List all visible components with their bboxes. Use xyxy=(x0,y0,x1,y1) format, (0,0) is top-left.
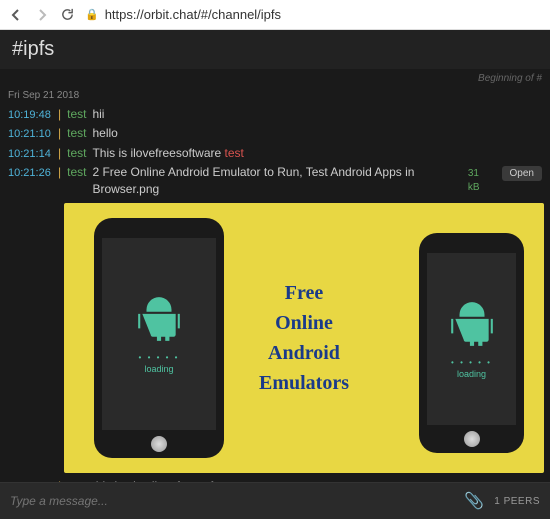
android-icon xyxy=(134,293,184,343)
message-text: hello xyxy=(92,125,117,142)
home-button-icon xyxy=(464,431,480,447)
timestamp: 10:19:48 xyxy=(8,108,52,123)
message-row: 10:19:48 | test hii xyxy=(8,105,542,124)
username: test xyxy=(67,125,86,142)
phone-mockup: • • • • • loading xyxy=(94,218,224,458)
message-list: 10:19:48| test hii 10:21:10| test hello … xyxy=(0,105,550,518)
forward-icon[interactable] xyxy=(34,7,50,23)
message-row: 10:21:26 | test 2 Free Online Android Emu… xyxy=(8,163,542,199)
beginning-marker: Beginning of # xyxy=(0,69,550,88)
timestamp: 10:21:14 xyxy=(8,147,52,162)
username: test xyxy=(67,145,86,162)
image-attachment[interactable]: • • • • • loading FreeOnlineAndroidEmula… xyxy=(64,203,544,473)
peers-count: 1 PEERS xyxy=(494,496,540,507)
timestamp: 10:21:10 xyxy=(8,127,52,142)
attach-icon[interactable]: 📎 xyxy=(464,491,484,511)
message-row: 10:21:10 | test hello xyxy=(8,124,542,143)
compose-bar: 📎 1 PEERS xyxy=(0,482,550,519)
separator: | xyxy=(58,106,61,123)
message-text: This is ilovefreesoftware test xyxy=(92,145,243,162)
url-text: https://orbit.chat/#/channel/ipfs xyxy=(105,7,281,22)
separator: | xyxy=(58,164,61,181)
back-icon[interactable] xyxy=(8,7,24,23)
address-bar[interactable]: 🔒 https://orbit.chat/#/channel/ipfs xyxy=(85,7,542,22)
phone-mockup: • • • • • loading xyxy=(419,233,524,453)
browser-toolbar: 🔒 https://orbit.chat/#/channel/ipfs xyxy=(0,0,550,30)
file-name[interactable]: 2 Free Online Android Emulator to Run, T… xyxy=(92,164,455,198)
username: test xyxy=(67,106,86,123)
message-row: 10:21:14 | test This is ilovefreesoftware… xyxy=(8,144,542,163)
message-text: hii xyxy=(92,106,104,123)
username: test xyxy=(67,164,86,181)
message-input[interactable] xyxy=(10,494,454,508)
home-button-icon xyxy=(151,436,167,452)
separator: | xyxy=(58,145,61,162)
timestamp: 10:21:26 xyxy=(8,166,52,181)
separator: | xyxy=(58,125,61,142)
channel-name: #ipfs xyxy=(0,30,550,69)
preview-title: FreeOnlineAndroidEmulators xyxy=(259,278,349,398)
lock-icon: 🔒 xyxy=(85,8,99,21)
open-button[interactable]: Open xyxy=(502,166,542,181)
file-size: 31 kB xyxy=(468,167,492,195)
reload-icon[interactable] xyxy=(60,7,75,22)
android-icon xyxy=(447,298,497,348)
date-separator: Fri Sep 21 2018 xyxy=(0,88,550,105)
